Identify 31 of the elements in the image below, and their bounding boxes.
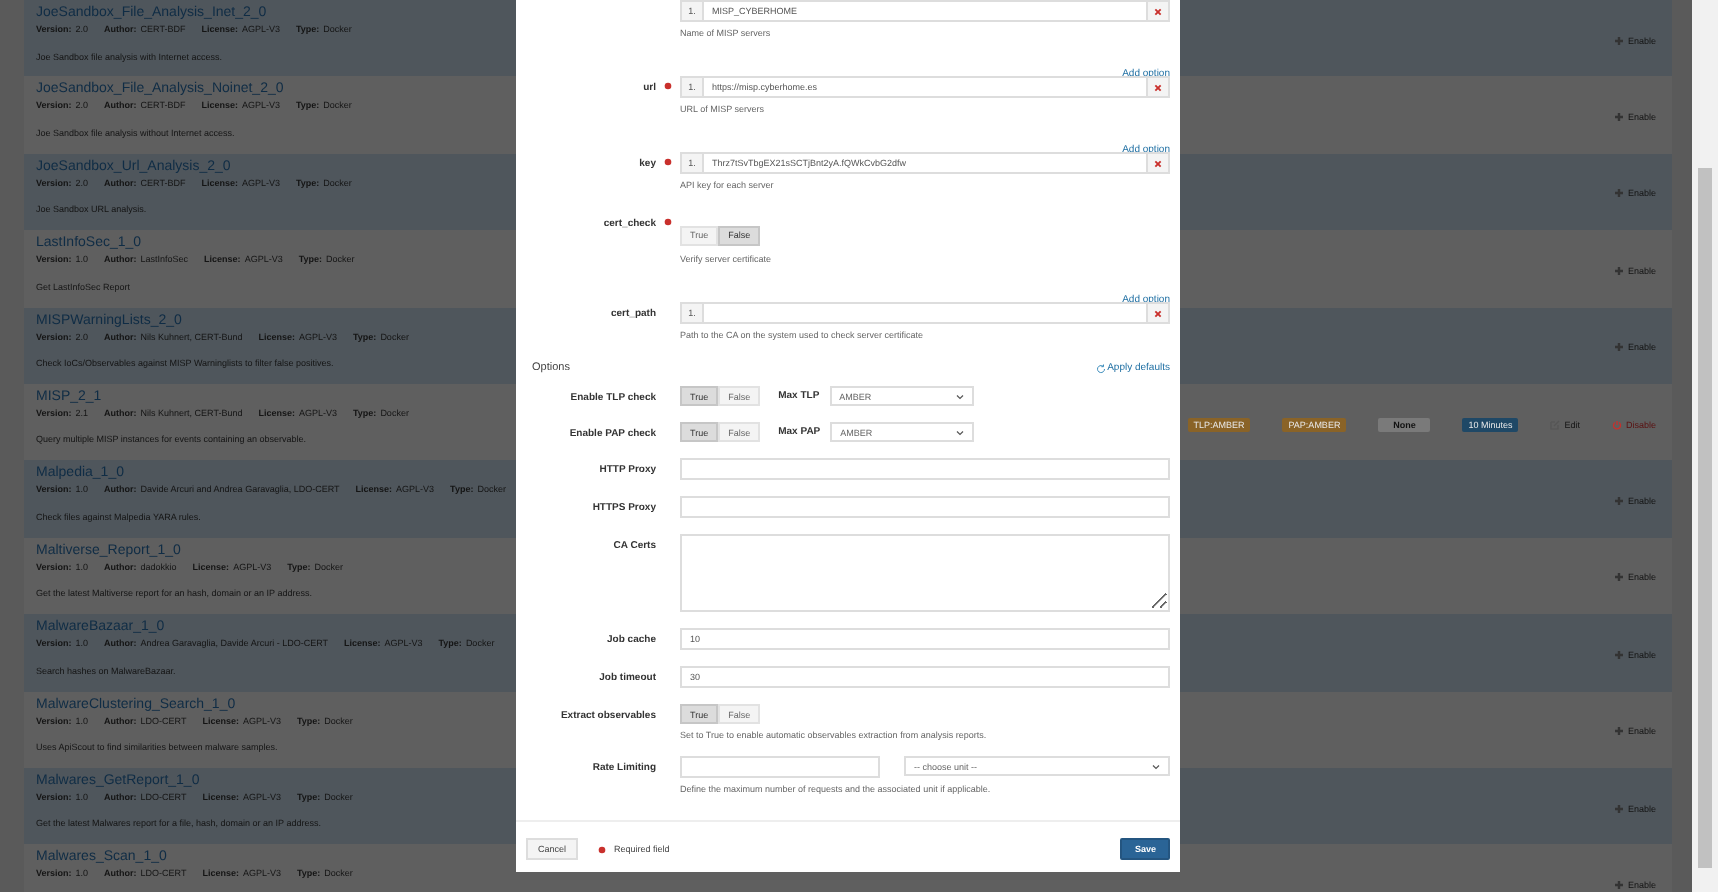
- plus-icon: [1613, 188, 1624, 199]
- plus-icon: [1613, 496, 1624, 507]
- input-field[interactable]: [704, 302, 1146, 324]
- plus-icon: [1613, 265, 1624, 276]
- refresh-icon: [1095, 363, 1106, 373]
- close-icon: [1154, 159, 1162, 167]
- power-icon: [1611, 419, 1622, 430]
- close-icon: [1154, 309, 1162, 317]
- text-area[interactable]: [680, 534, 1170, 612]
- chevron-icon: [1152, 763, 1160, 769]
- remove-button[interactable]: [1146, 0, 1170, 22]
- plus-icon: [1613, 112, 1624, 123]
- remove-button[interactable]: [1146, 302, 1170, 324]
- plus-icon: [1613, 726, 1624, 737]
- close-icon: [1154, 83, 1162, 91]
- required-icon: [598, 845, 607, 853]
- remove-button[interactable]: [1146, 76, 1170, 98]
- input-field[interactable]: [680, 756, 880, 778]
- remove-button[interactable]: [1146, 152, 1170, 174]
- plus-icon: [1613, 342, 1624, 353]
- chevron-icon: [956, 429, 965, 435]
- scrollbar[interactable]: [1692, 0, 1718, 892]
- input-field[interactable]: [680, 458, 1170, 480]
- plus-icon: [1613, 572, 1624, 583]
- plus-icon: [1613, 35, 1624, 46]
- input-field[interactable]: [680, 496, 1170, 518]
- plus-icon: [1613, 879, 1624, 890]
- close-icon: [1154, 7, 1162, 15]
- plus-icon: [1613, 649, 1624, 660]
- chevron-icon: [955, 393, 964, 399]
- plus-icon: [1613, 803, 1624, 814]
